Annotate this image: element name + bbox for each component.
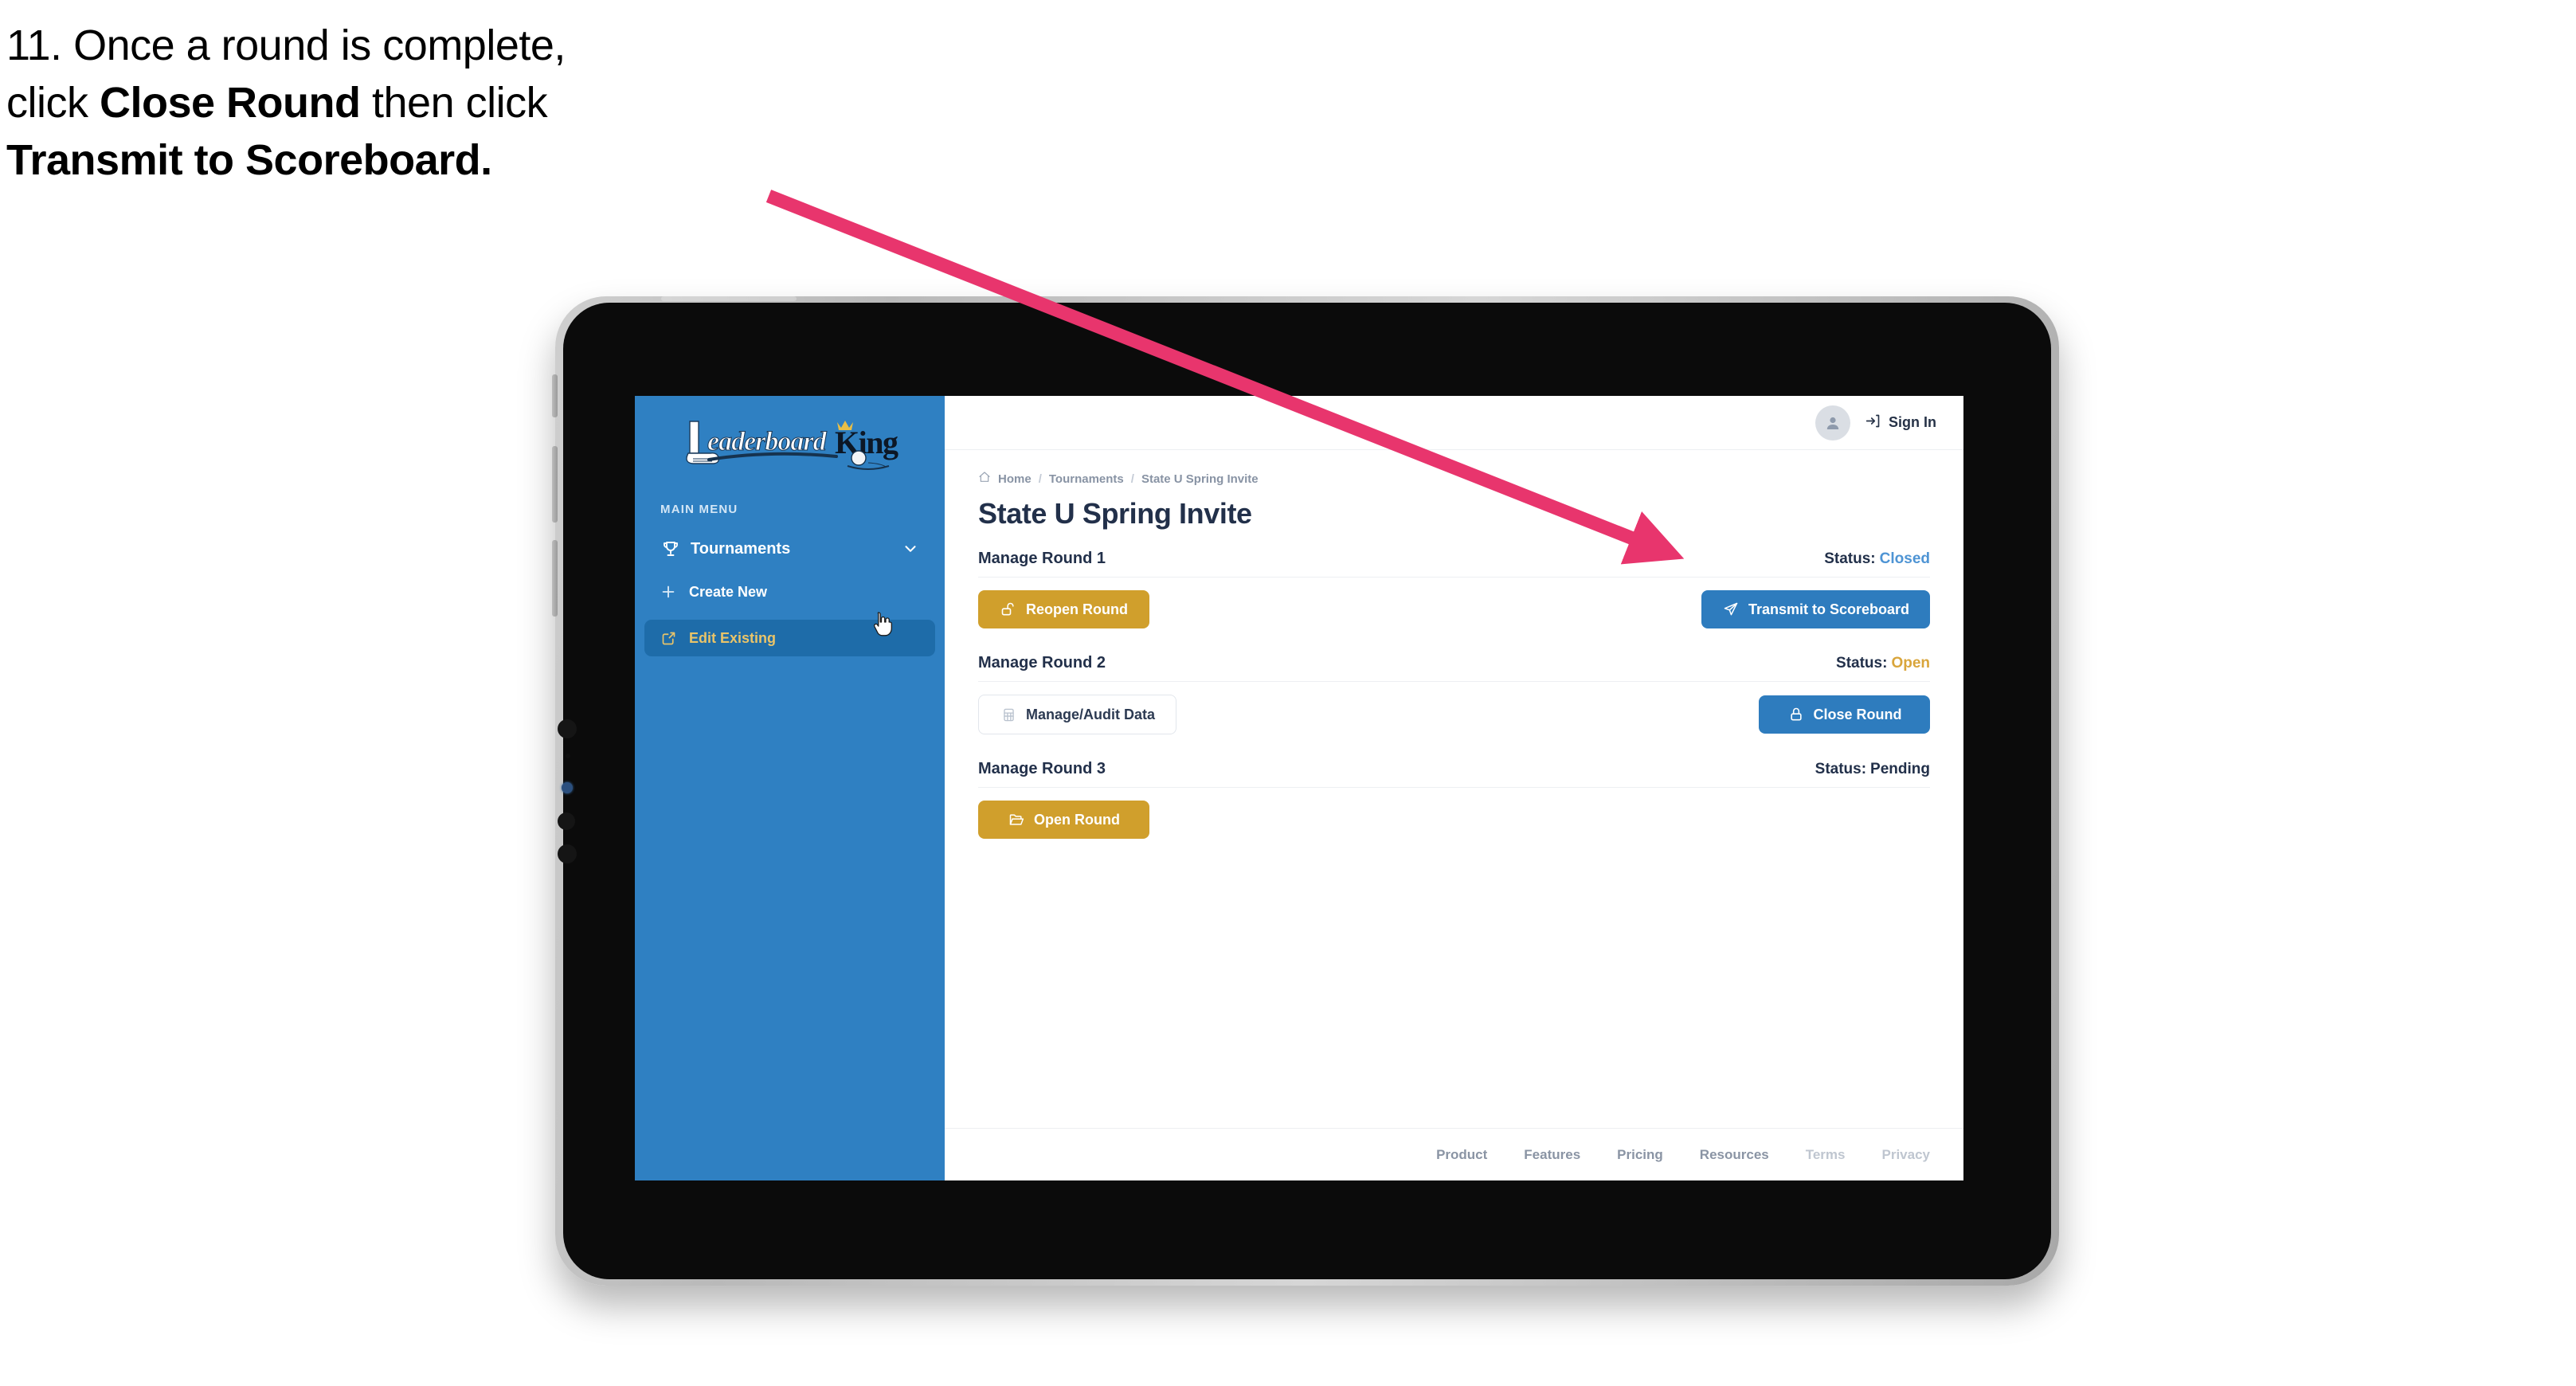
svg-text:eaderboard: eaderboard: [707, 427, 828, 456]
round-3-name: Manage Round 3: [978, 760, 1106, 777]
tablet-screen: eaderboard King MAIN MENU Tournaments Cr…: [635, 396, 1963, 1180]
tablet-speaker-notch: [661, 296, 797, 301]
sign-in-button[interactable]: Sign In: [1865, 413, 1936, 433]
round-3-status-value: Pending: [1870, 761, 1930, 777]
round-1-header: Manage Round 1 Status: Closed: [978, 550, 1930, 578]
sidebar-item-tournaments-label: Tournaments: [691, 539, 791, 558]
app-logo[interactable]: eaderboard King: [635, 410, 945, 479]
round-1-status-value: Closed: [1879, 550, 1930, 567]
round-3-status-prefix: Status:: [1815, 761, 1867, 777]
tablet-port-dot: [558, 844, 577, 863]
tablet-volume-up-button: [552, 446, 558, 523]
folder-open-icon: [1008, 811, 1025, 828]
round-block-3: Manage Round 3 Status: Pending Open Roun…: [978, 760, 1930, 856]
sidebar-item-edit-existing-label: Edit Existing: [689, 629, 777, 646]
reopen-round-button[interactable]: Reopen Round: [978, 590, 1149, 628]
sidebar: eaderboard King MAIN MENU Tournaments Cr…: [635, 396, 945, 1180]
round-1-status: Status: Closed: [1824, 550, 1930, 568]
open-round-label: Open Round: [1034, 811, 1120, 828]
sidebar-item-edit-existing[interactable]: Edit Existing: [644, 620, 935, 656]
instruction-transmit-bold: Transmit to Scoreboard.: [6, 135, 492, 184]
instruction-line-2-post: then click: [360, 78, 548, 127]
close-round-label: Close Round: [1813, 706, 1902, 722]
breadcrumb-home[interactable]: Home: [998, 472, 1032, 486]
page-body: Home / Tournaments / State U Spring Invi…: [945, 450, 1963, 1128]
instruction-line-3: Transmit to Scoreboard.: [6, 132, 867, 190]
tablet-power-button: [552, 374, 558, 417]
main-content: Sign In Home / Tournaments / State U Spr…: [945, 396, 1963, 1180]
plus-icon: [659, 582, 678, 601]
trophy-icon: [660, 538, 681, 559]
instruction-line-1: 11. Once a round is complete,: [6, 22, 566, 69]
footer-link-pricing[interactable]: Pricing: [1617, 1147, 1663, 1163]
user-avatar-icon[interactable]: [1815, 405, 1850, 440]
footer-link-features[interactable]: Features: [1524, 1147, 1580, 1163]
lock-icon: [1787, 706, 1805, 723]
reopen-round-label: Reopen Round: [1026, 601, 1128, 617]
round-block-1: Manage Round 1 Status: Closed Reopen Rou…: [978, 550, 1930, 646]
open-round-button[interactable]: Open Round: [978, 801, 1149, 839]
instruction-line-2: click Close Round then click: [6, 75, 867, 132]
home-icon[interactable]: [978, 471, 991, 487]
footer-link-product[interactable]: Product: [1436, 1147, 1487, 1163]
sidebar-item-create-new-label: Create New: [689, 583, 768, 600]
round-1-name: Manage Round 1: [978, 550, 1106, 567]
breadcrumb-separator-1: /: [1038, 472, 1042, 486]
round-1-actions: Reopen Round Transmit to Scoreboard: [978, 578, 1930, 646]
breadcrumb-tournaments[interactable]: Tournaments: [1049, 472, 1124, 486]
close-round-button[interactable]: Close Round: [1759, 695, 1930, 734]
tablet-camera-dot: [558, 719, 577, 738]
transmit-to-scoreboard-label: Transmit to Scoreboard: [1748, 601, 1909, 617]
unlock-icon: [1000, 601, 1017, 618]
screenshot-root: 11. Once a round is complete, click Clos…: [0, 0, 2576, 1386]
round-2-status-prefix: Status:: [1836, 655, 1888, 671]
round-2-status: Status: Open: [1836, 655, 1930, 672]
manage-audit-data-label: Manage/Audit Data: [1026, 706, 1156, 722]
sign-in-label: Sign In: [1889, 414, 1936, 430]
breadcrumb-current: State U Spring Invite: [1141, 472, 1259, 486]
tablet-sensor-dot: [566, 754, 570, 758]
round-2-header: Manage Round 2 Status: Open: [978, 654, 1930, 682]
sidebar-item-create-new[interactable]: Create New: [644, 574, 935, 610]
footer-link-resources[interactable]: Resources: [1700, 1147, 1769, 1163]
tablet-volume-down-button: [552, 540, 558, 617]
round-2-name: Manage Round 2: [978, 654, 1106, 671]
svg-text:King: King: [835, 425, 898, 460]
breadcrumb: Home / Tournaments / State U Spring Invi…: [978, 471, 1930, 487]
round-2-actions: Manage/Audit Data Close Round: [978, 682, 1930, 752]
round-1-status-prefix: Status:: [1824, 550, 1876, 567]
chevron-down-icon[interactable]: [902, 540, 919, 558]
paper-plane-icon: [1722, 601, 1740, 618]
round-3-actions: Open Round: [978, 788, 1930, 856]
instruction-caption: 11. Once a round is complete, click Clos…: [6, 18, 867, 189]
footer-links: Product Features Pricing Resources Terms…: [945, 1128, 1963, 1180]
breadcrumb-separator-2: /: [1130, 472, 1134, 486]
top-bar: Sign In: [945, 396, 1963, 450]
round-3-status: Status: Pending: [1815, 761, 1930, 778]
edit-pencil-icon: [659, 628, 678, 648]
footer-link-privacy[interactable]: Privacy: [1882, 1147, 1931, 1163]
round-block-2: Manage Round 2 Status: Open Manage/Audit…: [978, 654, 1930, 752]
page-title: State U Spring Invite: [978, 497, 1252, 530]
tablet-led-indicator: [562, 782, 573, 793]
instruction-close-round-bold: Close Round: [100, 78, 361, 127]
sidebar-section-label: MAIN MENU: [660, 503, 738, 516]
manage-audit-data-button[interactable]: Manage/Audit Data: [978, 695, 1177, 734]
transmit-to-scoreboard-button[interactable]: Transmit to Scoreboard: [1701, 590, 1930, 628]
round-2-status-value: Open: [1891, 655, 1930, 671]
instruction-line-2-pre: click: [6, 78, 100, 127]
login-arrow-icon: [1865, 413, 1881, 433]
table-grid-icon: [1000, 706, 1017, 723]
tablet-mic-dot: [558, 812, 575, 830]
footer-link-terms[interactable]: Terms: [1806, 1147, 1846, 1163]
sidebar-item-tournaments[interactable]: Tournaments: [654, 534, 926, 564]
leaderboard-king-logo-icon: eaderboard King: [685, 421, 899, 470]
round-3-header: Manage Round 3 Status: Pending: [978, 760, 1930, 788]
